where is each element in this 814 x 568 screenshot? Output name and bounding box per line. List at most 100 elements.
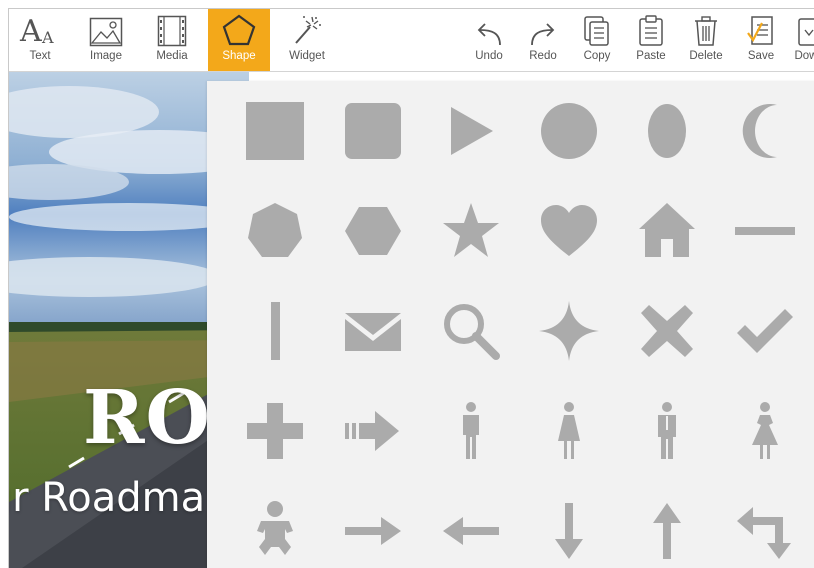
crescent-icon [742, 104, 777, 158]
save-label: Save [747, 50, 775, 62]
text-icon: A A [19, 14, 54, 47]
shape-rounded-square[interactable] [333, 91, 413, 171]
pentagon-icon [222, 14, 256, 46]
svg-text:A: A [19, 14, 42, 47]
man-suit-icon [658, 402, 676, 459]
shape-tool-label: Shape [222, 50, 256, 62]
star-icon [443, 203, 499, 257]
heart-icon [541, 205, 597, 256]
x-cross-icon [641, 305, 693, 357]
shape-circle[interactable] [529, 91, 609, 171]
dashed-right-arrow-icon [345, 411, 399, 451]
image-tool-button[interactable]: Image [79, 9, 133, 71]
four-point-star-icon [539, 301, 599, 361]
shape-star[interactable] [431, 191, 511, 271]
undo-icon [477, 23, 501, 46]
shape-left-arrow[interactable] [431, 491, 511, 568]
horizontal-line-icon [735, 227, 795, 235]
widget-tool-label: Widget [289, 50, 325, 62]
ellipse-icon [648, 104, 686, 158]
baby-icon [257, 501, 293, 555]
shape-right-arrow[interactable] [333, 491, 413, 568]
left-arrow-icon [443, 517, 499, 545]
redo-icon [531, 23, 555, 46]
redo-label: Redo [529, 50, 557, 62]
turn-arrow-icon [737, 507, 791, 559]
shape-woman-dress[interactable] [725, 391, 805, 471]
circle-icon [541, 103, 597, 159]
shape-baby[interactable] [235, 491, 315, 568]
shape-turn-arrow[interactable] [725, 491, 805, 568]
down-arrow-icon [555, 503, 583, 559]
editor-window: A A Text Image Media Shape Widget Undo R… [8, 8, 814, 568]
rounded-square-icon [345, 103, 401, 159]
shape-four-point-star[interactable] [529, 291, 609, 371]
shape-envelope[interactable] [333, 291, 413, 371]
media-tool-label: Media [156, 50, 188, 62]
save-document-icon [747, 16, 773, 45]
shape-heart[interactable] [529, 191, 609, 271]
slide-subtitle-text[interactable]: ır Roadma [9, 475, 205, 521]
shape-house[interactable] [627, 191, 707, 271]
trash-icon [695, 16, 717, 46]
triangle-right-icon [451, 107, 493, 155]
delete-label: Delete [689, 50, 723, 62]
shape-x-cross[interactable] [627, 291, 707, 371]
hexagon-icon [345, 207, 401, 255]
shape-heptagon[interactable] [235, 191, 315, 271]
man-icon [463, 402, 479, 459]
image-tool-label: Image [90, 50, 122, 62]
shape-dashed-right-arrow[interactable] [333, 391, 413, 471]
right-arrow-icon [345, 517, 401, 545]
shape-woman[interactable] [529, 391, 609, 471]
film-icon [157, 15, 187, 47]
checkmark-icon [737, 309, 793, 353]
shape-tool-button[interactable]: Shape [208, 9, 270, 71]
download-button[interactable]: Dow [791, 9, 814, 71]
shape-square[interactable] [235, 91, 315, 171]
shape-triangle[interactable] [431, 91, 511, 171]
undo-button[interactable]: Undo [467, 9, 511, 71]
copy-button[interactable]: Copy [575, 9, 619, 71]
shape-plus[interactable] [235, 391, 315, 471]
copy-label: Copy [583, 50, 611, 62]
magic-wand-icon [295, 16, 321, 44]
shape-up-arrow[interactable] [627, 491, 707, 568]
text-tool-button[interactable]: A A Text [13, 9, 67, 71]
redo-button[interactable]: Redo [521, 9, 565, 71]
heptagon-icon [248, 203, 302, 257]
media-tool-button[interactable]: Media [145, 9, 199, 71]
house-icon [639, 203, 695, 257]
shape-man-suit[interactable] [627, 391, 707, 471]
envelope-icon [345, 313, 401, 351]
shape-crescent[interactable] [725, 91, 805, 171]
woman-dress-icon [752, 402, 778, 459]
download-label: Dow [794, 50, 814, 62]
shape-ellipse[interactable] [627, 91, 707, 171]
text-tool-label: Text [29, 50, 51, 62]
toolbar: A A Text Image Media Shape Widget Undo R… [9, 9, 814, 72]
undo-label: Undo [475, 50, 503, 62]
paste-icon [639, 15, 663, 46]
woman-icon [558, 402, 580, 459]
shape-horizontal-line[interactable] [725, 191, 805, 271]
paste-label: Paste [636, 50, 666, 62]
vertical-line-icon [271, 302, 280, 360]
copy-icon [584, 16, 609, 46]
shape-hexagon[interactable] [333, 191, 413, 271]
shape-picker-panel [207, 81, 814, 568]
shape-magnifier[interactable] [431, 291, 511, 371]
shape-down-arrow[interactable] [529, 491, 609, 568]
download-icon [798, 18, 814, 46]
shape-checkmark[interactable] [725, 291, 805, 371]
magnifier-icon [444, 304, 500, 360]
paste-button[interactable]: Paste [629, 9, 673, 71]
up-arrow-icon [653, 503, 681, 559]
shape-man[interactable] [431, 391, 511, 471]
shape-vertical-line[interactable] [235, 291, 315, 371]
plus-icon [247, 403, 303, 459]
delete-button[interactable]: Delete [683, 9, 729, 71]
save-button[interactable]: Save [739, 9, 783, 71]
square-icon [246, 102, 304, 160]
widget-tool-button[interactable]: Widget [279, 9, 335, 71]
